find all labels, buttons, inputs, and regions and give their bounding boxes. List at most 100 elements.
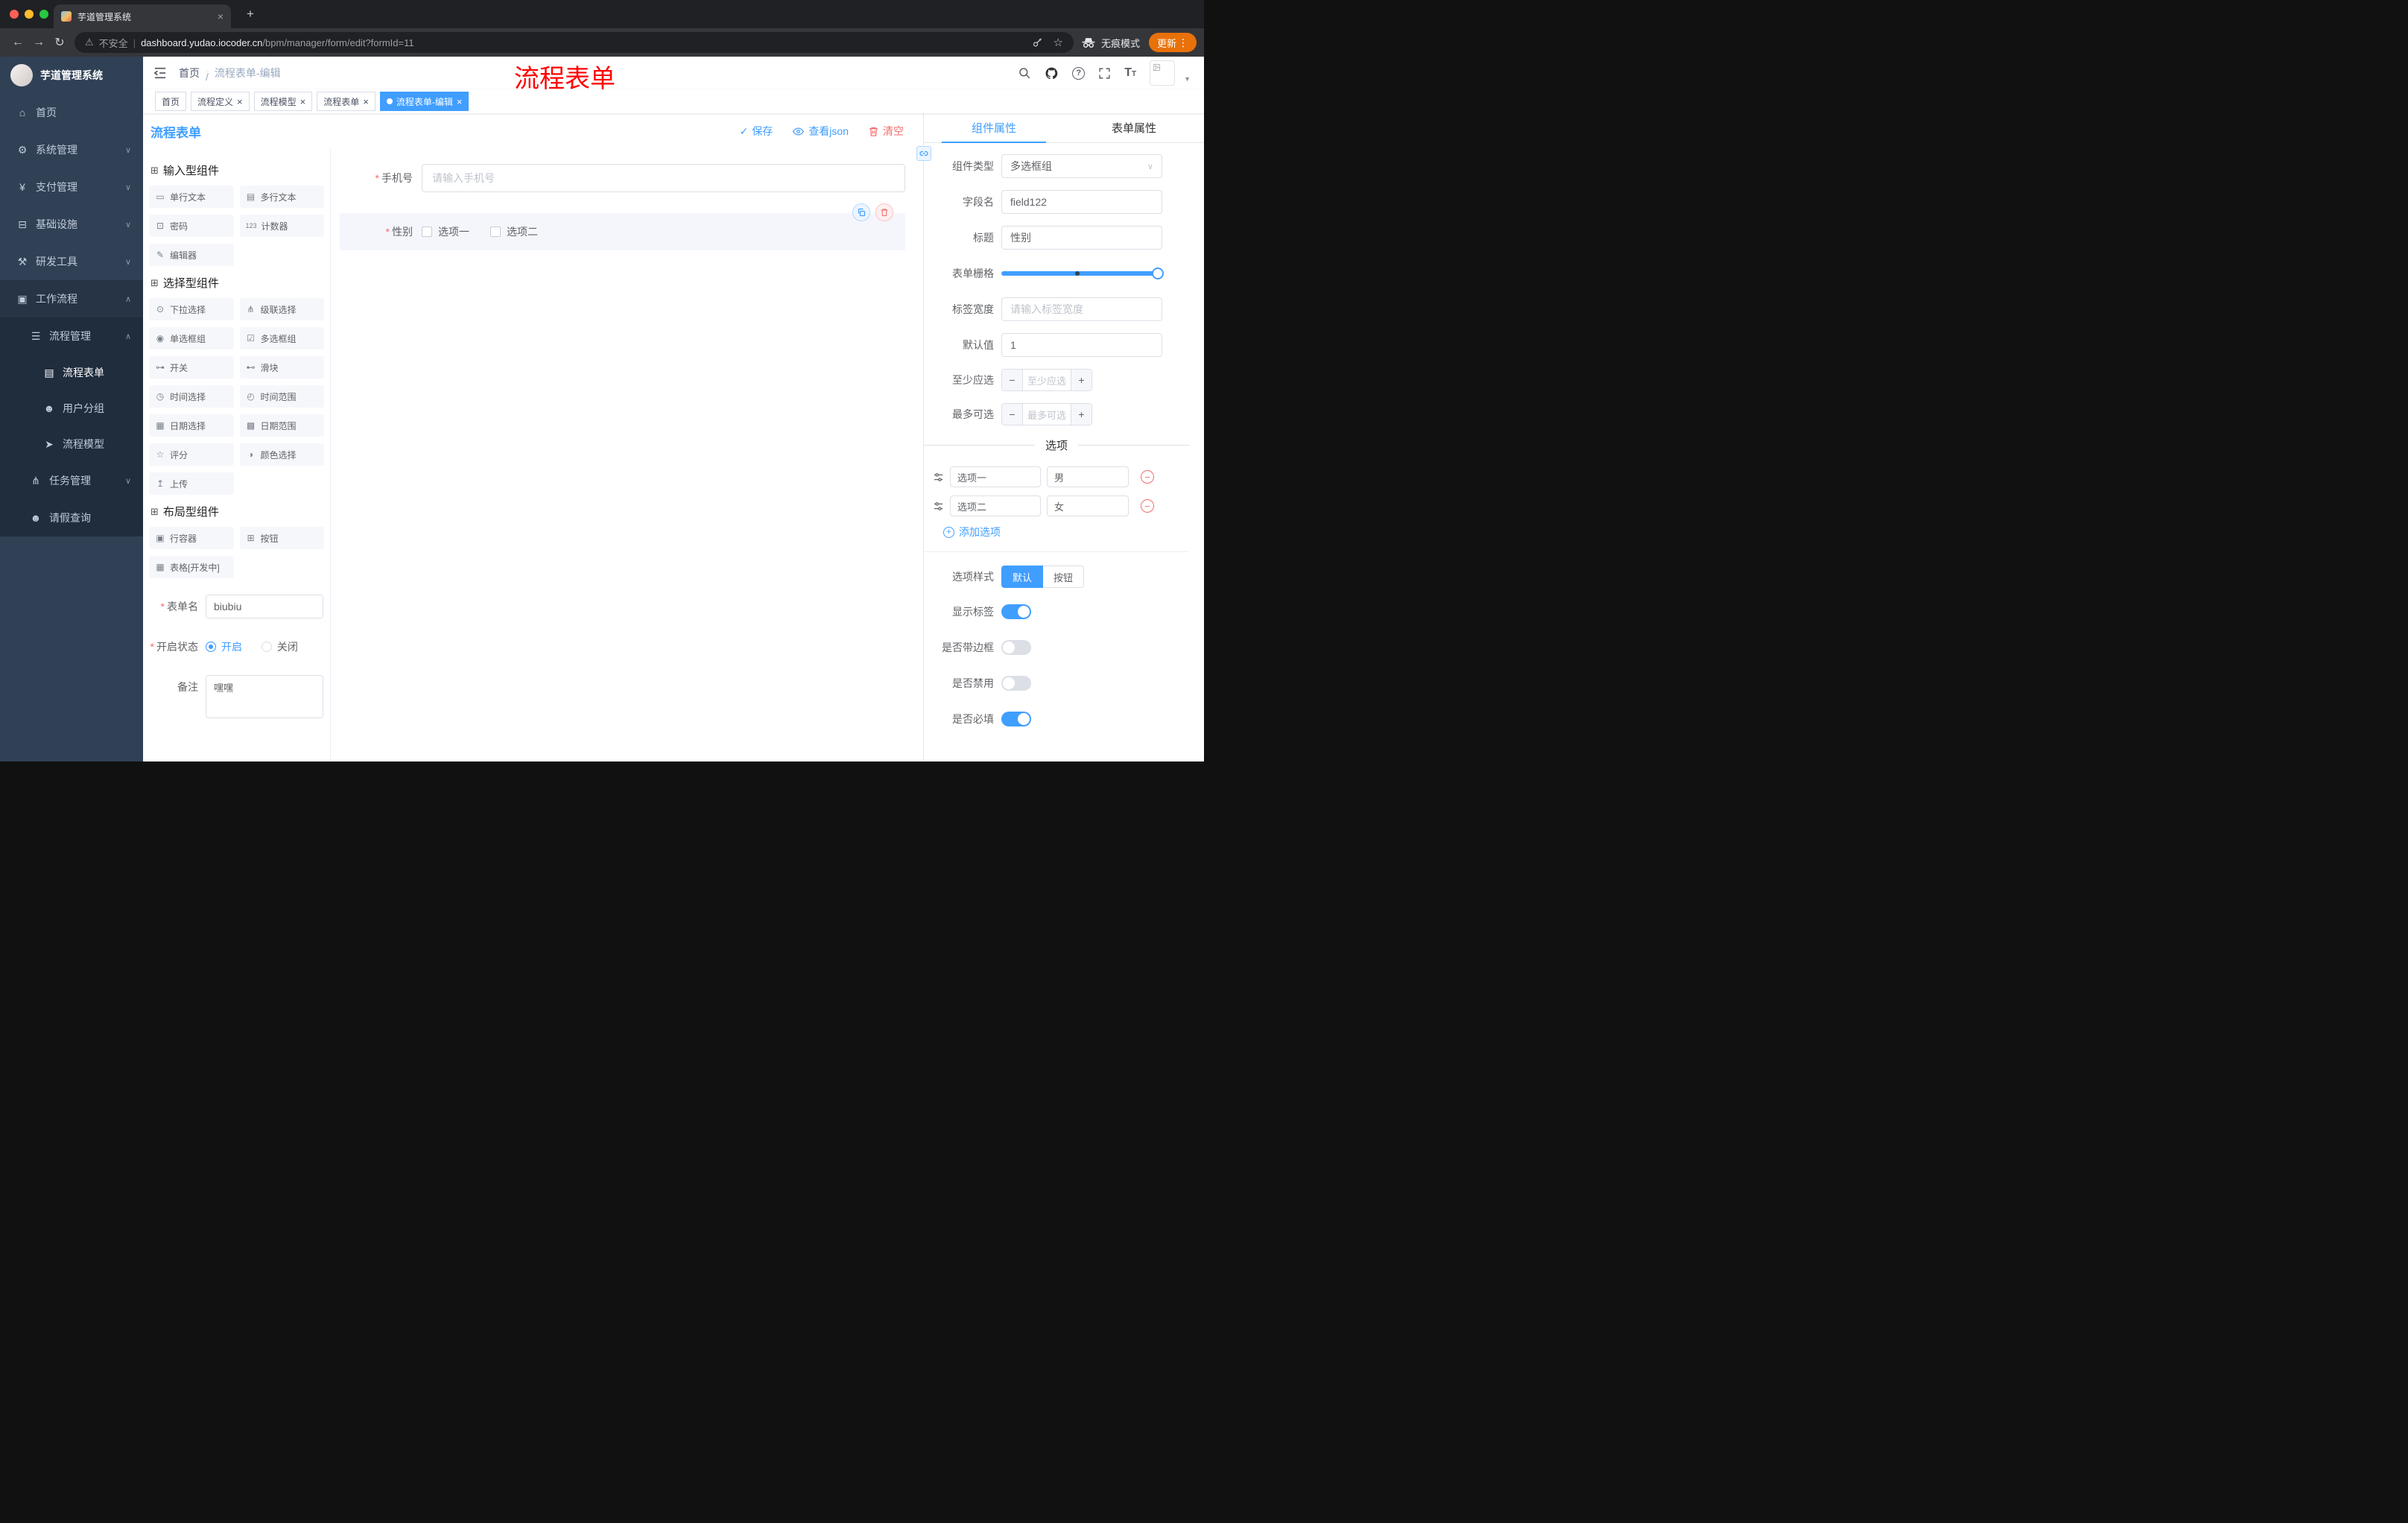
status-on-radio[interactable]: 开启 [206,635,242,659]
add-option-button[interactable]: + 添加选项 [943,525,1189,539]
sidebar-item-payment[interactable]: ¥ 支付管理 ∨ [0,168,143,206]
component-upload[interactable]: ↥ 上传 [149,472,234,495]
component-table[interactable]: ▦ 表格[开发中] [149,556,234,578]
sidebar-fold-icon[interactable] [153,67,167,79]
disabled-switch[interactable] [1001,676,1031,691]
drag-handle-icon[interactable] [933,472,944,483]
reload-button[interactable]: ↻ [49,32,70,53]
update-button[interactable]: 更新 ⋮ [1148,33,1197,52]
close-icon[interactable]: × [363,97,369,107]
option-value-input[interactable]: 女 [1047,495,1129,516]
close-icon[interactable]: × [300,97,306,107]
breadcrumb-home[interactable]: 首页 [179,66,200,80]
phone-field[interactable]: 手机号 请输入手机号 [340,164,905,192]
sidebar-item-workflow[interactable]: ▣ 工作流程 ∧ [0,280,143,317]
component-switch[interactable]: ⊶ 开关 [149,356,234,379]
checkbox-icon[interactable] [490,227,501,237]
bookmark-star-icon[interactable]: ☆ [1054,36,1063,49]
component-date-picker[interactable]: ▦ 日期选择 [149,414,234,437]
gender-field-selected[interactable]: 性别 选项一 选项二 [340,203,905,250]
save-button[interactable]: ✓ 保存 [740,124,773,139]
option-label-input[interactable]: 选项二 [950,495,1041,516]
tag-process-form[interactable]: 流程表单 × [317,92,376,111]
title-input[interactable]: 性别 [1001,226,1162,250]
min-select-stepper[interactable]: − 至少应选 + [1001,369,1092,391]
component-checkbox-group[interactable]: ☑ 多选框组 [239,327,324,349]
clear-button[interactable]: 清空 [868,124,904,139]
browser-tab[interactable]: 芋道管理系统 × [54,4,231,28]
component-multi-line-text[interactable]: ▤ 多行文本 [239,186,324,208]
required-switch[interactable] [1001,712,1031,726]
close-icon[interactable]: × [457,97,463,107]
maximize-window-button[interactable] [39,10,48,19]
avatar[interactable] [1150,60,1176,86]
component-date-range[interactable]: ▩ 日期范围 [239,414,324,437]
checkbox-icon[interactable] [422,227,432,237]
component-dropdown[interactable]: ⊙ 下拉选择 [149,298,234,320]
github-icon[interactable] [1045,66,1059,80]
increase-button[interactable]: + [1071,404,1091,425]
sidebar-item-process-management[interactable]: ☰ 流程管理 ∧ [0,317,143,355]
decrease-button[interactable]: − [1002,370,1023,390]
style-button-button[interactable]: 按钮 [1043,566,1085,588]
component-type-select[interactable]: 多选框组 ∨ [1001,154,1162,178]
component-radio-group[interactable]: ◉ 单选框组 [149,327,234,349]
remove-option-button[interactable]: − [1141,470,1154,484]
border-switch[interactable] [1001,640,1031,655]
default-value-input[interactable]: 1 [1001,333,1162,357]
link-icon[interactable] [916,146,931,161]
slider-rail[interactable] [1001,271,1162,276]
drag-handle-icon[interactable] [933,501,944,512]
component-row-container[interactable]: ▣ 行容器 [149,527,234,549]
option-label-input[interactable]: 选项一 [950,466,1041,487]
close-icon[interactable]: × [218,10,224,22]
key-icon[interactable] [1032,37,1043,48]
help-icon[interactable]: ? [1072,66,1086,80]
tab-component-props[interactable]: 组件属性 [924,113,1064,143]
sidebar-item-process-form[interactable]: ▤ 流程表单 [0,355,143,390]
status-off-radio[interactable]: 关闭 [261,635,298,659]
gender-field[interactable]: 性别 选项一 选项二 [352,224,893,239]
font-size-icon[interactable]: TT [1124,66,1136,80]
chevron-down-icon[interactable]: ▼ [1184,75,1191,83]
remove-option-button[interactable]: − [1141,499,1154,513]
max-select-stepper[interactable]: − 最多可选 + [1001,403,1092,425]
style-default-button[interactable]: 默认 [1001,566,1044,588]
new-tab-button[interactable]: + [241,6,259,24]
sidebar-item-system[interactable]: ⚙ 系统管理 ∨ [0,131,143,168]
show-label-switch[interactable] [1001,604,1031,619]
decrease-button[interactable]: − [1002,404,1023,425]
form-name-input[interactable]: biubiu [206,595,323,618]
forward-button[interactable]: → [28,32,49,53]
sidebar-item-home[interactable]: ⌂ 首页 [0,94,143,131]
sidebar-item-user-group[interactable]: ☻ 用户分组 [0,390,143,426]
tag-home[interactable]: 首页 [155,92,187,111]
field-name-input[interactable]: field122 [1001,190,1162,214]
gender-option-1[interactable]: 选项一 [422,224,469,239]
component-password[interactable]: ⊡ 密码 [149,215,234,237]
component-cascader[interactable]: ⋔ 级联选择 [239,298,324,320]
phone-input[interactable]: 请输入手机号 [422,164,905,192]
sidebar-item-infrastructure[interactable]: ⊟ 基础设施 ∨ [0,206,143,243]
component-single-line-text[interactable]: ▭ 单行文本 [149,186,234,208]
menu-dots-icon[interactable]: ⋮ [1178,37,1188,49]
view-json-button[interactable]: 查看json [792,124,849,139]
increase-button[interactable]: + [1071,370,1091,390]
component-counter[interactable]: 123 计数器 [239,215,324,237]
search-icon[interactable] [1018,66,1031,80]
form-canvas[interactable]: 手机号 请输入手机号 [331,149,923,762]
tab-form-props[interactable]: 表单属性 [1064,113,1204,142]
close-window-button[interactable] [10,10,19,19]
copy-field-button[interactable] [852,203,870,221]
component-slider[interactable]: ⊷ 滑块 [239,356,324,379]
component-color-picker[interactable]: ◑ 颜色选择 [239,443,324,466]
gender-option-2[interactable]: 选项二 [490,224,538,239]
minimize-window-button[interactable] [25,10,34,19]
component-time-range[interactable]: ◴ 时间范围 [239,385,324,408]
delete-field-button[interactable] [875,203,893,221]
form-grid-slider[interactable] [1001,262,1164,285]
sidebar-item-task-management[interactable]: ⋔ 任务管理 ∨ [0,462,143,499]
tag-process-model[interactable]: 流程模型 × [253,92,313,111]
tag-process-definition[interactable]: 流程定义 × [191,92,250,111]
fullscreen-icon[interactable] [1098,67,1111,80]
